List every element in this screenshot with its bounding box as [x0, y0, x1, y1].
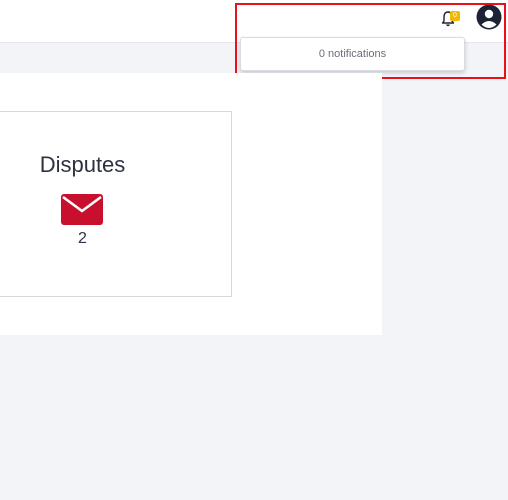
user-avatar-icon[interactable] — [476, 4, 502, 30]
notification-count-badge: 0 — [450, 11, 460, 21]
disputes-card[interactable]: Disputes 2 — [0, 111, 232, 297]
notifications-empty-text: 0 notifications — [318, 48, 387, 60]
envelope-icon — [61, 194, 103, 225]
notifications-dropdown[interactable]: 0 notifications — [240, 37, 465, 71]
card-count: 2 — [78, 230, 87, 247]
card-title: Disputes — [39, 152, 126, 177]
